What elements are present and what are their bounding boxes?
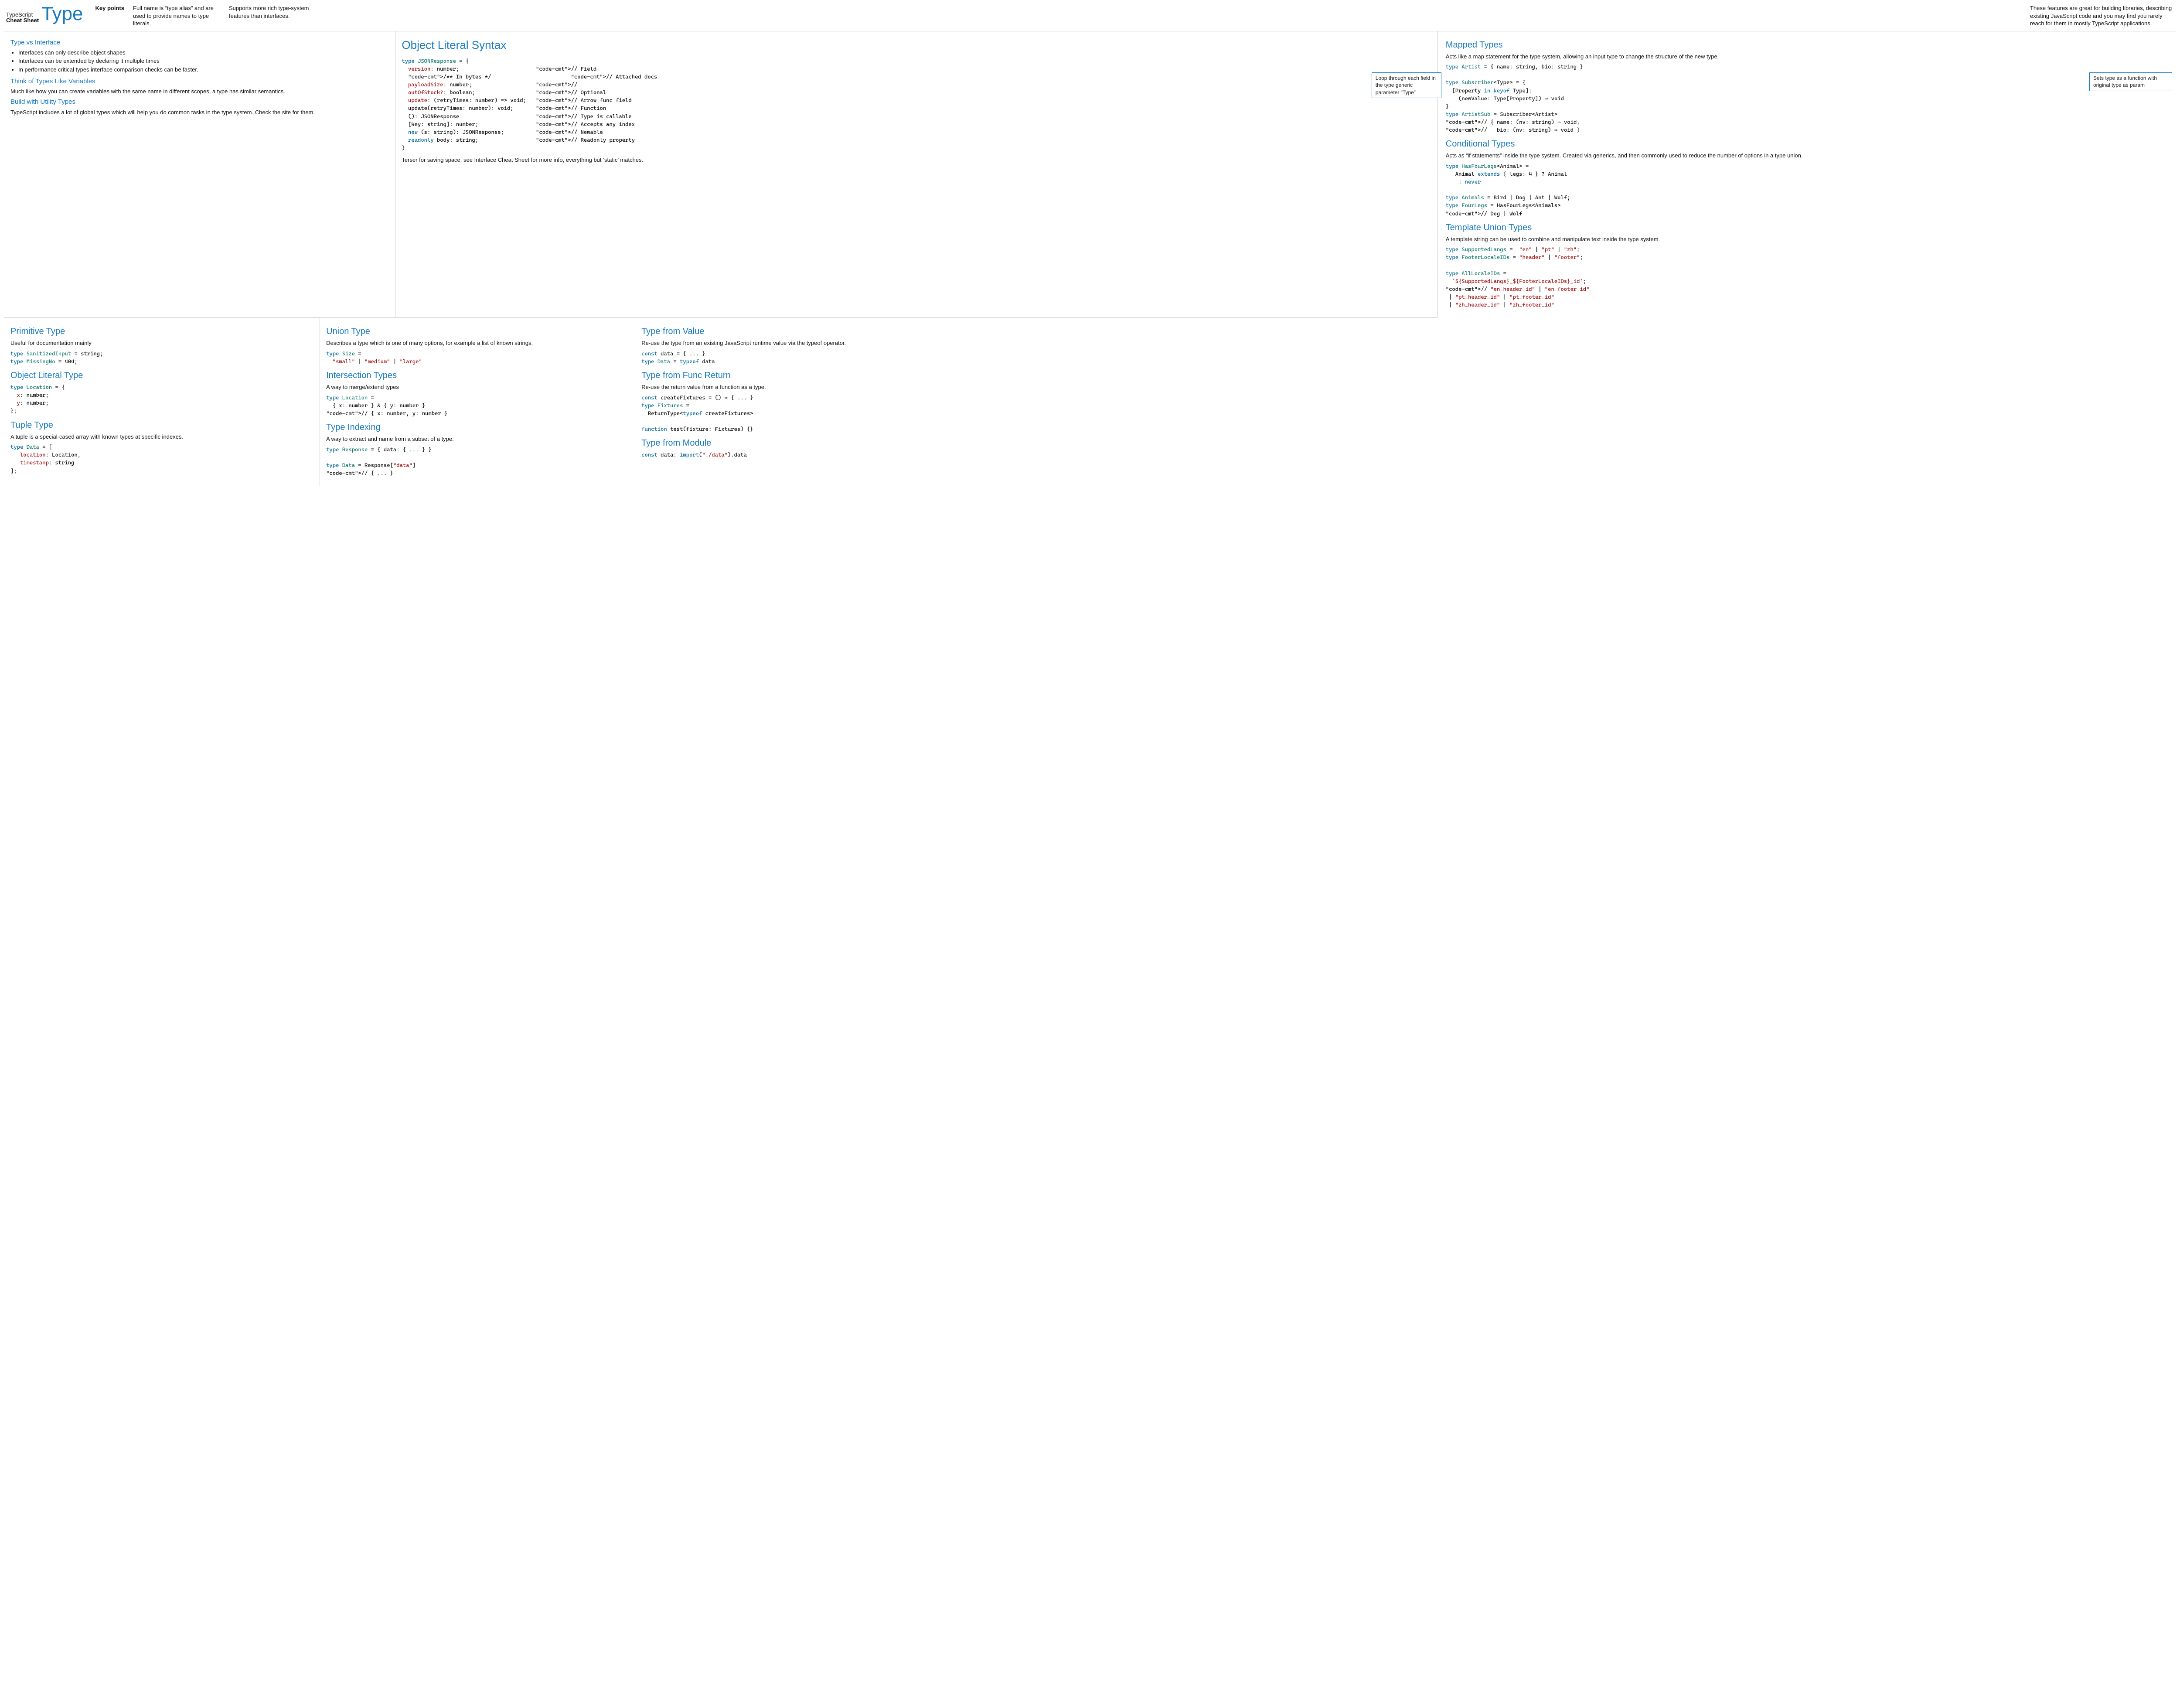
object-literal-section: Object Literal Syntax type JSONResponse …: [395, 31, 1437, 318]
tvi-item: Interfaces can be extended by declaring …: [18, 57, 389, 65]
primitive-title: Primitive Type: [10, 326, 313, 338]
fromvalue-code: const data = { ... } type Data = typeof …: [641, 350, 944, 365]
key-point-3: These features are great for building li…: [2030, 4, 2174, 27]
util-title: Build with Utility Types: [10, 98, 389, 106]
header: TypeScript Cheat Sheet Type Key points F…: [4, 3, 2176, 31]
conditional-code: type HasFourLegs<Animal> = Animal extend…: [1446, 162, 2170, 218]
mapped-callout-func: Sets type as a function with original ty…: [2089, 72, 2172, 91]
type-vs-interface-list: Interfaces can only describe object shap…: [18, 49, 389, 74]
fromfunc-code: const createFixtures = () ⇒ { ... } type…: [641, 394, 944, 433]
mapped-title: Mapped Types: [1446, 39, 2170, 51]
page-title: Type: [41, 4, 83, 24]
mapped-body: Acts like a map statement for the type s…: [1446, 53, 2170, 61]
frommodule-code: const data: import("./data").data: [641, 451, 944, 459]
type-vs-interface-title: Type vs Interface: [10, 38, 389, 47]
indexing-body: A way to extract and name from a subset …: [326, 435, 629, 443]
object-literal-title: Object Literal Syntax: [402, 38, 1431, 53]
fromvalue-body: Re-use the type from an existing JavaScr…: [641, 339, 944, 347]
logo-line2: Cheat Sheet: [6, 17, 39, 24]
logo-supertitle: TypeScript Cheat Sheet: [6, 12, 39, 24]
primitive-col: Primitive Type Useful for documentation …: [4, 318, 320, 486]
union-body: Describes a type which is one of many op…: [326, 339, 629, 347]
primitive-body: Useful for documentation mainly: [10, 339, 313, 347]
mapped-callout-loop: Loop through each field in the type gene…: [1372, 72, 1441, 98]
indexing-code: type Response = { data: { ... } } type D…: [326, 446, 629, 477]
tvi-item: In performance critical types interface …: [18, 66, 389, 74]
union-col: Union Type Describes a type which is one…: [320, 318, 635, 486]
object-literal-code: type JSONResponse = { version: number; "…: [402, 57, 1431, 152]
upper-grid: Type vs Interface Interfaces can only de…: [4, 31, 2176, 318]
objlit-code: type Location = { x: number; y: number; …: [10, 383, 313, 415]
primitive-code: type SanitizedInput = string; type Missi…: [10, 350, 313, 365]
frommodule-title: Type from Module: [641, 437, 944, 449]
key-points-label: Key points: [95, 4, 124, 12]
tuple-code: type Data = [ location: Location, timest…: [10, 443, 313, 475]
fromfunc-title: Type from Func Return: [641, 370, 944, 382]
vars-body: Much like how you can create variables w…: [10, 88, 389, 95]
fromvalue-title: Type from Value: [641, 326, 944, 338]
from-col: Type from Value Re-use the type from an …: [635, 318, 950, 486]
tuple-body: A tuple is a special-cased array with kn…: [10, 433, 313, 441]
union-code: type Size = "small" | "medium" | "large": [326, 350, 629, 365]
intersection-title: Intersection Types: [326, 370, 629, 382]
fromfunc-body: Re-use the return value from a function …: [641, 383, 944, 391]
objlit-title: Object Literal Type: [10, 370, 313, 382]
union-title: Union Type: [326, 326, 629, 338]
conditional-title: Conditional Types: [1446, 138, 2170, 150]
template-code: type SupportedLangs = "en" | "pt" | "zh"…: [1446, 245, 2170, 309]
intersection-code: type Location = { x: number } & { y: num…: [326, 394, 629, 417]
intersection-body: A way to merge/extend types: [326, 383, 629, 391]
tvi-item: Interfaces can only describe object shap…: [18, 49, 389, 57]
key-point-2: Supports more rich type-system features …: [229, 4, 316, 20]
lower-grid: Primitive Type Useful for documentation …: [4, 317, 1437, 486]
logo-line1: TypeScript: [6, 12, 39, 18]
conditional-body: Acts as “if statements” inside the type …: [1446, 152, 2170, 160]
tuple-title: Tuple Type: [10, 419, 313, 431]
vars-title: Think of Types Like Variables: [10, 77, 389, 86]
template-title: Template Union Types: [1446, 222, 2170, 234]
template-body: A template string can be used to combine…: [1446, 235, 2170, 243]
mapped-code: type Artist = { name: string, bio: strin…: [1446, 63, 2170, 134]
util-body: TypeScript includes a lot of global type…: [10, 109, 389, 116]
indexing-title: Type Indexing: [326, 422, 629, 433]
sidebar: Type vs Interface Interfaces can only de…: [4, 31, 395, 318]
object-literal-footer: Terser for saving space, see Interface C…: [402, 156, 1431, 164]
key-point-1: Full name is “type alias” and are used t…: [133, 4, 220, 27]
right-column: Mapped Types Acts like a map statement f…: [1437, 31, 2176, 318]
